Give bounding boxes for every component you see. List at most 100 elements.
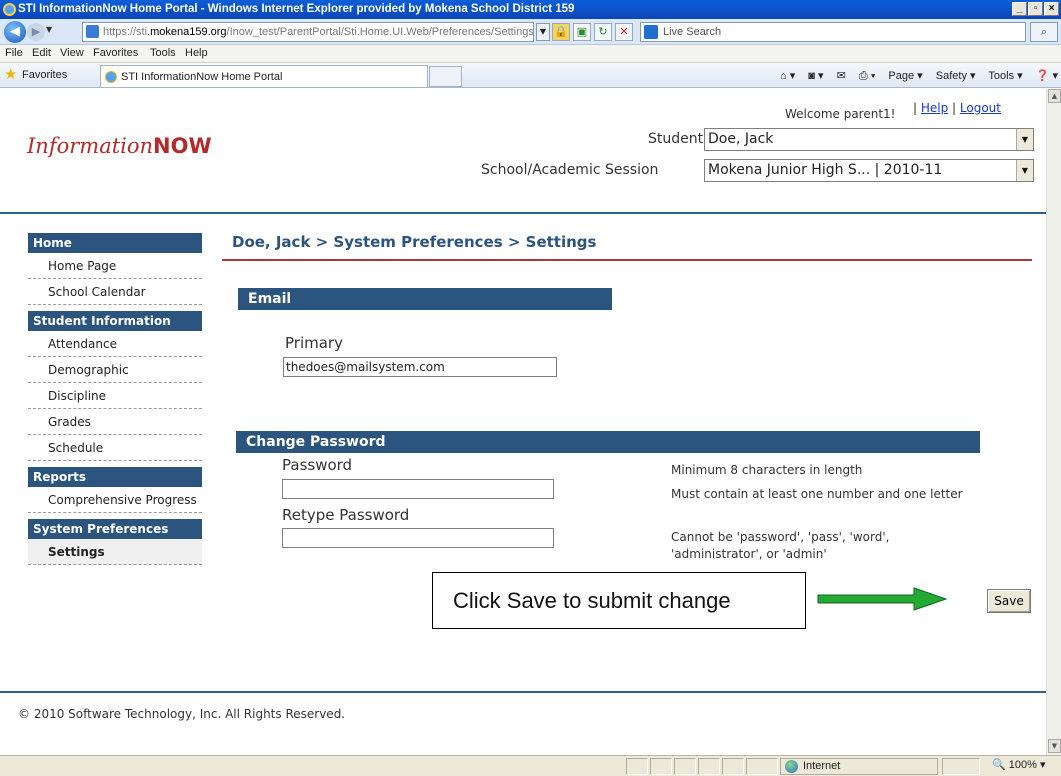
help-link[interactable]: Help [921,101,948,115]
email-section-header: Email [238,288,612,310]
retype-password-input[interactable] [282,528,554,548]
url-dropdown-icon[interactable]: ▼ [536,23,550,41]
scroll-down-icon[interactable]: ▼ [1048,739,1061,753]
password-rule: Minimum 8 characters in length [671,463,863,477]
status-cell [698,758,720,775]
student-select[interactable]: Doe, Jack ▼ [704,128,1034,151]
command-safety[interactable]: Safety ▾ [936,70,976,82]
sidebar-item-discipline[interactable]: Discipline [28,383,202,409]
menu-edit[interactable]: Edit [32,45,51,62]
favorites-bar: ★ Favorites STI InformationNow Home Port… [0,63,1061,88]
print-icon[interactable]: ⎙ ▾ [859,70,875,82]
sidebar-item-school-calendar[interactable]: School Calendar [28,279,202,305]
menu-tools[interactable]: Tools [150,45,176,62]
vertical-scrollbar[interactable]: ▲ ▼ [1046,89,1061,755]
status-cell [626,758,648,775]
window-controls: _ ▫ × [1012,2,1059,16]
sidebar-head-system-preferences[interactable]: System Preferences [28,519,202,539]
tab-ie-icon [105,71,117,83]
sidebar-item-home-page[interactable]: Home Page [28,253,202,279]
feeds-icon[interactable]: ◙ ▾ [808,70,823,82]
search-placeholder: Live Search [663,26,722,38]
ie-logo-icon [3,3,16,16]
sidebar-item-attendance[interactable]: Attendance [28,331,202,357]
status-cell [674,758,696,775]
url-host: mokena159.org [150,26,227,38]
command-tools[interactable]: Tools ▾ [988,70,1022,82]
favorites-star-icon[interactable]: ★ [4,67,20,83]
menu-file[interactable]: File [5,45,23,62]
logo-text-bold: NOW [153,134,212,158]
chevron-down-icon: ▼ [1016,160,1033,181]
sidebar-item-schedule[interactable]: Schedule [28,435,202,461]
compatibility-view-icon[interactable]: ▣ [573,23,591,41]
retype-password-label: Retype Password [282,506,410,524]
session-label: School/Academic Session [481,162,659,178]
header-divider [0,212,1046,214]
url-path: /Inow_test/ParentPortal/Sti.Home.UI.Web/… [226,26,534,38]
menu-view[interactable]: View [60,45,84,62]
zone-label: Internet [803,760,841,772]
security-zone[interactable]: Internet [780,758,938,775]
stop-icon[interactable]: ✕ [615,23,633,41]
sidebar-head-reports[interactable]: Reports [28,467,202,487]
sidebar-head-home[interactable]: Home [28,233,202,253]
instruction-callout: Click Save to submit change [432,572,806,629]
search-icon[interactable]: ⌕ [1030,22,1058,42]
session-select-value: Mokena Junior High S... | 2010-11 [708,162,943,178]
forward-arrow-icon[interactable]: ▶ [27,23,45,41]
maximize-button[interactable]: ▫ [1028,2,1043,16]
browser-tab[interactable]: STI InformationNow Home Portal [100,65,428,87]
breadcrumb: Doe, Jack > System Preferences > Setting… [232,233,597,251]
search-input[interactable]: Live Search [640,22,1026,42]
welcome-text: Welcome parent1! [785,107,896,121]
lock-icon[interactable]: 🔒 [552,23,570,41]
session-select[interactable]: Mokena Junior High S... | 2010-11 ▼ [704,159,1034,182]
protected-mode-icon[interactable] [942,758,980,775]
mail-icon[interactable]: ✉ [837,70,846,82]
new-tab-button[interactable] [429,66,462,87]
status-cell [722,758,744,775]
sidebar-item-demographic[interactable]: Demographic [28,357,202,383]
url-input[interactable]: https://sti.mokena159.org/Inow_test/Pare… [82,22,534,42]
menu-help[interactable]: Help [185,45,208,62]
page-content: InformationNOW Welcome parent1! | Help |… [0,89,1046,755]
primary-email-input[interactable]: thedoes@mailsystem.com [283,357,557,377]
save-button[interactable]: Save [987,589,1031,613]
status-cell [746,758,778,775]
chevron-down-icon: ▼ [1016,129,1033,150]
informationnow-logo: InformationNOW [27,134,212,158]
favorites-button[interactable]: Favorites [22,69,67,81]
url-prefix: https://sti. [103,26,151,38]
minimize-button[interactable]: _ [1012,2,1027,16]
password-rule: Must contain at least one number and one… [671,487,963,501]
sidebar-item-comprehensive-progress[interactable]: Comprehensive Progress [28,487,202,513]
scroll-up-icon[interactable]: ▲ [1048,89,1061,103]
sidebar-head-student-information[interactable]: Student Information [28,311,202,331]
sidebar-item-grades[interactable]: Grades [28,409,202,435]
zoom-control[interactable]: 🔍 100% ▾ [984,758,1058,775]
student-select-value: Doe, Jack [708,131,774,147]
password-label: Password [282,456,353,474]
window-title: STI InformationNow Home Portal - Windows… [18,3,575,15]
tab-title: STI InformationNow Home Portal [121,71,283,83]
window-title-bar: STI InformationNow Home Portal - Windows… [0,0,1061,19]
menu-bar: File Edit View Favorites Tools Help [0,45,1061,63]
home-icon[interactable]: ⌂ ▾ [780,70,795,82]
menu-favorites[interactable]: Favorites [93,45,138,62]
password-input[interactable] [282,479,554,499]
help-icon[interactable]: ❓ ▾ [1036,70,1058,82]
breadcrumb-divider [222,259,1032,261]
back-arrow-icon[interactable]: ◀ [4,21,26,43]
command-page[interactable]: Page ▾ [888,70,922,82]
green-arrow-icon [817,587,948,611]
sidebar-item-settings[interactable]: Settings [28,539,202,565]
top-links: | Help | Logout [913,101,1001,115]
zoom-level: 100% [1008,759,1037,771]
student-label: Student [648,131,704,147]
history-dropdown-icon[interactable]: ▼ [46,25,52,34]
refresh-icon[interactable]: ↻ [594,23,612,41]
change-password-section-header: Change Password [236,431,980,453]
logout-link[interactable]: Logout [960,101,1001,115]
close-button[interactable]: × [1044,2,1059,16]
